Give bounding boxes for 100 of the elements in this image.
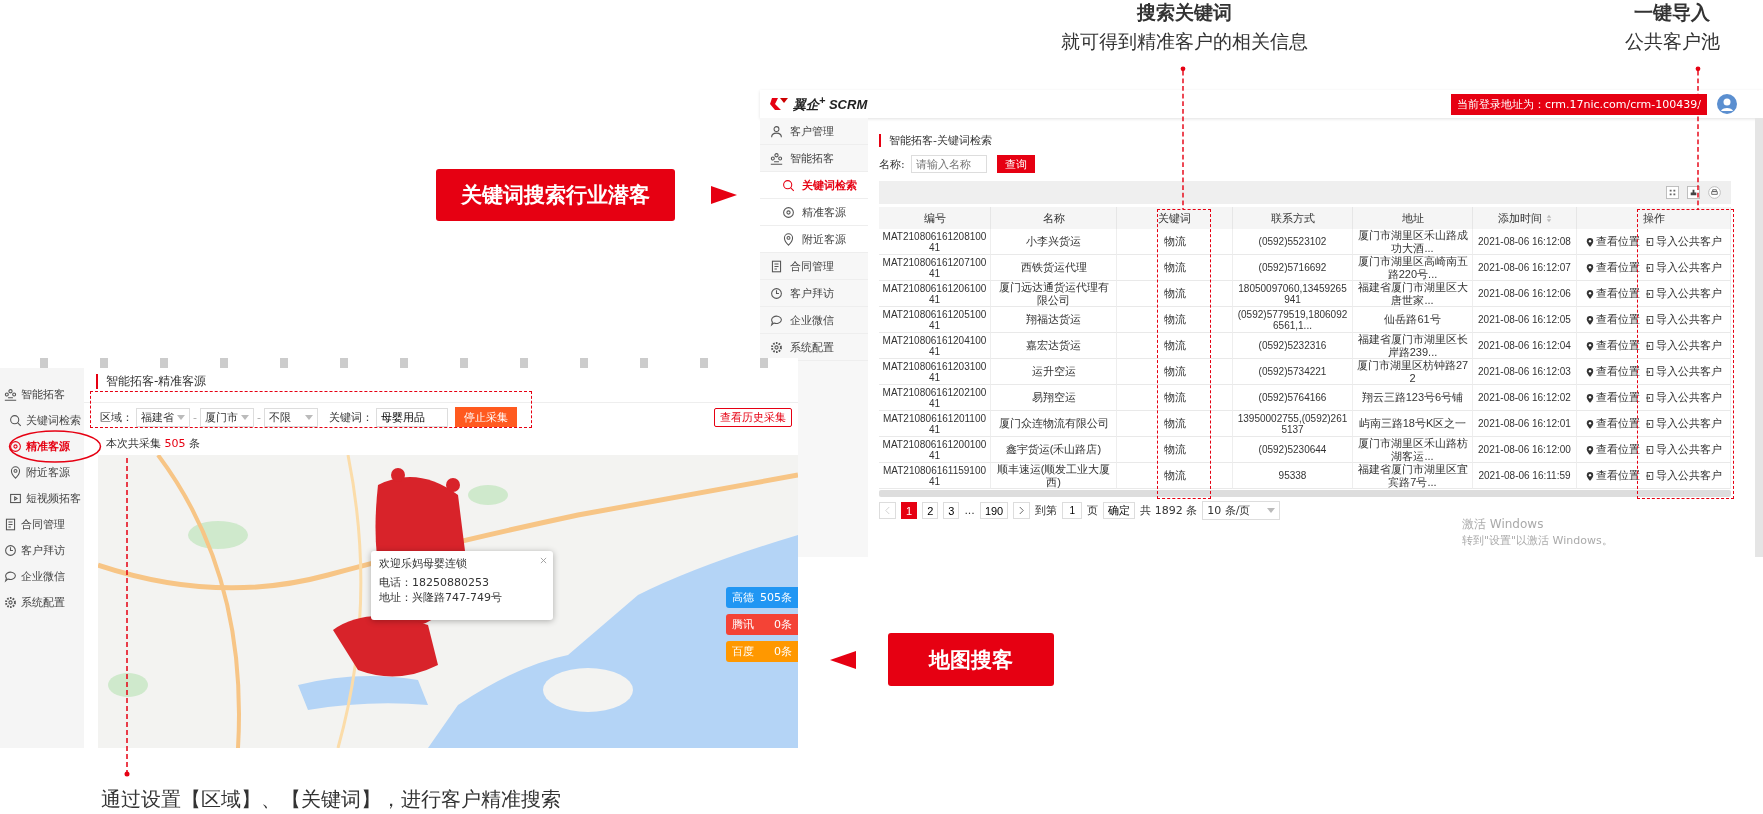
view-location-link[interactable]: 查看位置 (1585, 417, 1640, 430)
grid-icon[interactable] (1666, 186, 1679, 199)
sidebar-item[interactable]: 精准客源 (760, 199, 868, 226)
pin-icon (1585, 470, 1594, 481)
table-cell: 物流 (1117, 333, 1233, 359)
sort-icon[interactable] (1545, 213, 1552, 223)
table-cell: 物流 (1117, 255, 1233, 281)
popup-address: 地址：兴隆路747-749号 (379, 590, 503, 605)
people-icon (770, 151, 783, 165)
pin-icon (1585, 288, 1594, 299)
table-cell: (0592)5734221 (1233, 359, 1353, 385)
column-header: 编号 (879, 207, 991, 229)
import-link[interactable]: 导入公共客户 (1645, 339, 1722, 352)
column-header: 关键词 (1117, 207, 1233, 229)
pin-icon (9, 465, 22, 479)
sidebar-item[interactable]: 企业微信 (0, 563, 84, 589)
import-link[interactable]: 导入公共客户 (1645, 469, 1722, 482)
sidebar-item[interactable]: 客户管理 (760, 118, 868, 145)
clock-icon (770, 286, 783, 300)
sidebar-item[interactable]: 系统配置 (0, 589, 84, 615)
table-cell: 厦门市湖里区禾山路成功大酒... (1353, 229, 1473, 255)
pin-icon (782, 232, 795, 246)
view-location-link[interactable]: 查看位置 (1585, 235, 1640, 248)
pin-icon (1585, 236, 1594, 247)
caption-text: 就可得到精准客户的相关信息 (1059, 29, 1309, 54)
view-location-link[interactable]: 查看位置 (1585, 313, 1640, 326)
keyword-field[interactable]: 母婴用品 (375, 407, 448, 427)
table-cell: MAT21080616120410041 (879, 333, 991, 359)
table-cell: 物流 (1117, 281, 1233, 307)
region-select[interactable]: 不限 (263, 407, 318, 427)
sidebar-item[interactable]: 合同管理 (760, 253, 868, 280)
print-icon[interactable] (1708, 186, 1721, 199)
region-select[interactable]: 厦门市 (200, 407, 254, 427)
sidebar-item[interactable]: 附近客源 (760, 226, 868, 253)
import-link[interactable]: 导入公共客户 (1645, 287, 1722, 300)
sidebar-item[interactable]: 附近客源 (0, 459, 84, 485)
view-location-link[interactable]: 查看位置 (1585, 391, 1640, 404)
sidebar-item[interactable]: 短视频拓客 (0, 485, 84, 511)
sidebar-item[interactable]: 智能拓客 (0, 381, 84, 407)
clock-icon (4, 543, 17, 557)
table-cell: 福建省厦门市湖里区宜宾路7号... (1353, 463, 1473, 489)
search-icon (9, 413, 22, 427)
source-count-badge[interactable]: 腾讯 0条 (726, 614, 798, 635)
close-icon[interactable] (540, 557, 547, 564)
import-link[interactable]: 导入公共客户 (1645, 443, 1722, 456)
sidebar-item[interactable]: 客户拜访 (760, 280, 868, 307)
popup-phone: 电话：18250880253 (379, 575, 490, 590)
sidebar-item[interactable]: 关键词检索 (760, 172, 868, 199)
name-field[interactable]: 请输入名称 (910, 155, 987, 173)
export-icon[interactable] (1687, 186, 1700, 199)
pin-icon (1585, 314, 1594, 325)
sidebar-item[interactable]: 关键词检索 (0, 407, 84, 433)
horizontal-scrollbar[interactable] (879, 490, 1731, 497)
import-link[interactable]: 导入公共客户 (1645, 391, 1722, 404)
page-button[interactable]: 1 (901, 502, 918, 519)
previous-page-button[interactable] (879, 502, 896, 519)
table-cell: 厦门市湖里区高崎南五路220号... (1353, 255, 1473, 281)
import-link[interactable]: 导入公共客户 (1645, 313, 1722, 326)
view-location-link[interactable]: 查看位置 (1585, 365, 1640, 378)
table-cell: 物流 (1117, 411, 1233, 437)
caret-icon (304, 414, 313, 420)
user-avatar-icon[interactable] (1717, 94, 1737, 114)
region-select[interactable]: 福建省 (136, 407, 190, 427)
history-button[interactable]: 查看历史采集 (714, 407, 792, 427)
sidebar-item[interactable]: 客户拜访 (0, 537, 84, 563)
view-location-link[interactable]: 查看位置 (1585, 287, 1640, 300)
goto-label: 到第 (1035, 503, 1058, 518)
page-size-select[interactable]: 10 条/页 (1202, 501, 1281, 520)
table-cell: 2021-08-06 16:12:05 (1473, 307, 1577, 333)
import-icon (1645, 470, 1654, 481)
sidebar-item[interactable]: 企业微信 (760, 307, 868, 334)
import-link[interactable]: 导入公共客户 (1645, 235, 1722, 248)
page-button[interactable]: 3 (943, 502, 960, 519)
table-cell: 运升空运 (991, 359, 1117, 385)
table-cell: (0592)5764166 (1233, 385, 1353, 411)
import-link[interactable]: 导入公共客户 (1645, 417, 1722, 430)
pin-icon (1585, 418, 1594, 429)
sidebar-item[interactable]: 合同管理 (0, 511, 84, 537)
separator: - (257, 410, 261, 424)
view-location-link[interactable]: 查看位置 (1585, 469, 1640, 482)
import-link[interactable]: 导入公共客户 (1645, 365, 1722, 378)
confirm-button[interactable]: 确定 (1103, 502, 1136, 519)
chevron-right-icon (1018, 506, 1026, 515)
import-link[interactable]: 导入公共客户 (1645, 261, 1722, 274)
page-button[interactable]: 2 (922, 502, 939, 519)
table-cell: 屿南三路18号K区之一 (1353, 411, 1473, 437)
page-number-field[interactable]: 1 (1062, 502, 1083, 519)
activation-watermark-title: 激活 Windows (1462, 516, 1545, 533)
table-cell: 2021-08-06 16:12:04 (1473, 333, 1577, 359)
vertical-scrollbar[interactable] (1755, 118, 1763, 557)
import-icon (1645, 444, 1654, 455)
next-page-button[interactable] (1013, 502, 1031, 519)
view-location-link[interactable]: 查看位置 (1585, 443, 1640, 456)
table-cell: 物流 (1117, 229, 1233, 255)
page-button[interactable]: 190 (979, 502, 1009, 519)
sidebar-item[interactable]: 精准客源 (0, 433, 84, 459)
view-location-link[interactable]: 查看位置 (1585, 261, 1640, 274)
query-button[interactable]: 查询 (996, 155, 1035, 173)
view-location-link[interactable]: 查看位置 (1585, 339, 1640, 352)
table-cell: 2021-08-06 16:11:59 (1473, 463, 1577, 489)
